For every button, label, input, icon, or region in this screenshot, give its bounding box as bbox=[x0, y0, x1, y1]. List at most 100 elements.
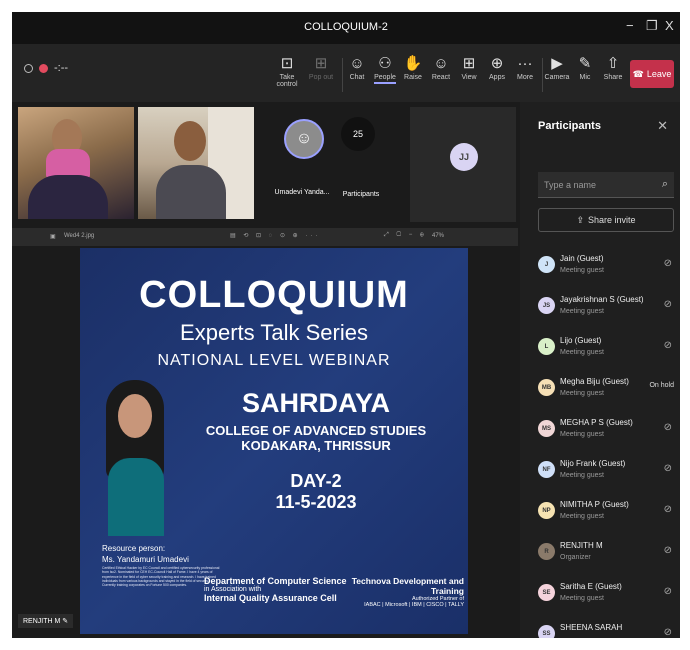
resource-label: Resource person: bbox=[102, 544, 166, 553]
share-invite-button[interactable]: ⇪ Share invite bbox=[538, 208, 674, 232]
document-icon: ▣ bbox=[50, 234, 56, 240]
participant-row[interactable]: JS Jayakrishnan S (Guest) Meeting guest ⊘ bbox=[538, 293, 680, 329]
jj-avatar: JJ bbox=[450, 143, 478, 171]
participant-avatar: SE bbox=[538, 584, 555, 601]
shared-content: ▣ Wed4 2.jpg ▤ ⟲ ⊡ ◌ ⊙ ⊕ ··· ⤢ ▢ − ⊕ 47%… bbox=[12, 228, 518, 638]
org-name: SAHRDAYA bbox=[241, 388, 391, 418]
participant-role: Meeting guest bbox=[560, 472, 604, 479]
pop-out-icon: ⊞ bbox=[314, 55, 328, 72]
participant-role: Meeting guest bbox=[560, 513, 604, 520]
participant-row[interactable]: SS SHEENA SARAH ⊘ bbox=[538, 621, 680, 638]
participant-name: Jayakrishnan S (Guest) bbox=[560, 295, 644, 304]
org-line-3: KODAKARA, THRISSUR bbox=[241, 438, 391, 453]
date-label: 11-5-2023 bbox=[275, 492, 357, 512]
participant-role: Meeting guest bbox=[560, 390, 604, 397]
participant-name: Saritha E (Guest) bbox=[560, 582, 622, 591]
participant-tile-jj[interactable]: JJ bbox=[410, 107, 516, 222]
participants-count-tile[interactable]: 25 Participants bbox=[337, 107, 383, 222]
share-icon: ⇪ bbox=[576, 214, 584, 225]
slide-subtitle: Experts Talk Series bbox=[180, 320, 368, 345]
participants-count: 25 bbox=[341, 117, 375, 151]
participant-name: SHEENA SARAH bbox=[560, 623, 623, 632]
more-button[interactable]: ··· More bbox=[508, 54, 542, 81]
meeting-timer: -:-- bbox=[54, 62, 69, 74]
zoom-level: 47% bbox=[432, 233, 445, 239]
ellipsis-icon: ··· bbox=[517, 55, 533, 72]
participant-role: Meeting guest bbox=[560, 267, 604, 274]
participant-video-1[interactable] bbox=[18, 107, 134, 219]
participant-avatar: MS bbox=[538, 420, 555, 437]
participant-row[interactable]: SE Saritha E (Guest) Meeting guest ⊘ bbox=[538, 580, 680, 616]
recording-icon bbox=[39, 63, 48, 73]
participants-panel: Participants ✕ Type a name ⌕ ⇪ Share inv… bbox=[520, 102, 680, 638]
maximize-button[interactable]: ❐ bbox=[646, 18, 658, 34]
participant-avatar: R bbox=[538, 543, 555, 560]
participant-search-input[interactable]: Type a name ⌕ bbox=[538, 172, 674, 198]
speaker-photo bbox=[104, 380, 170, 540]
close-window-button[interactable]: X bbox=[665, 18, 674, 33]
pop-out-button[interactable]: ⊞ Pop out bbox=[304, 54, 338, 81]
share-button[interactable]: ⇧ Share bbox=[596, 54, 630, 81]
shield-icon bbox=[24, 63, 33, 73]
participant-role: Meeting guest bbox=[560, 431, 604, 438]
take-control-icon: ⊡ bbox=[280, 55, 294, 72]
participant-row[interactable]: MB Megha Biju (Guest) Meeting guest On hold bbox=[538, 375, 680, 411]
participant-row[interactable]: R RENJITH M Organizer ⊘ bbox=[538, 539, 680, 575]
file-name: Wed4 2.jpg bbox=[64, 233, 95, 239]
participant-name: RENJITH M bbox=[560, 541, 603, 550]
close-icon[interactable]: ✕ bbox=[657, 118, 668, 134]
mic-muted-icon: ⊘ bbox=[663, 422, 672, 433]
participant-row[interactable]: NP NIMITHA P (Guest) Meeting guest ⊘ bbox=[538, 498, 680, 534]
resource-bio: Certified Ethical Hacker by EC Council a… bbox=[102, 566, 220, 588]
participant-avatar: J bbox=[538, 256, 555, 273]
participant-body bbox=[28, 175, 108, 219]
mic-muted-icon: ⊘ bbox=[663, 627, 672, 638]
annotation-tools[interactable]: ▤ ⟲ ⊡ ◌ ⊙ ⊕ ··· bbox=[230, 232, 320, 239]
leave-button[interactable]: ☎ Leave bbox=[630, 60, 674, 88]
participant-name: Umadevi Yanda... bbox=[274, 189, 330, 196]
window-title: COLLOQUIUM-2 bbox=[304, 21, 388, 33]
participant-name: Megha Biju (Guest) bbox=[560, 377, 629, 386]
participant-avatar: MB bbox=[538, 379, 555, 396]
participant-row[interactable]: L Lijo (Guest) Meeting guest ⊘ bbox=[538, 334, 680, 370]
search-icon: ⌕ bbox=[661, 178, 668, 190]
meeting-toolbar: -:-- ⊡ Take control ⊞ Pop out ☺ Chat ⚇ P… bbox=[12, 44, 680, 102]
participant-avatar: L bbox=[538, 338, 555, 355]
partner-line-1: Technova Development and bbox=[351, 576, 464, 586]
zoom-tools[interactable]: ⤢ ▢ − ⊕ bbox=[384, 232, 427, 239]
participant-tile-umadevi[interactable]: ☺ Umadevi Yanda... bbox=[264, 107, 340, 222]
participant-name: Nijo Frank (Guest) bbox=[560, 459, 626, 468]
mic-muted-icon: ⊘ bbox=[663, 545, 672, 556]
presentation-toolbar: ▣ Wed4 2.jpg ▤ ⟲ ⊡ ◌ ⊙ ⊕ ··· ⤢ ▢ − ⊕ 47% bbox=[12, 228, 518, 246]
slide: COLLOQUIUM Experts Talk Series NATIONAL … bbox=[80, 248, 468, 634]
minimize-button[interactable]: − bbox=[626, 18, 634, 33]
participant-name: NIMITHA P (Guest) bbox=[560, 500, 629, 509]
slide-tagline: NATIONAL LEVEL WEBINAR bbox=[157, 352, 391, 369]
partner-line-2: Training bbox=[430, 586, 464, 596]
resource-name: Ms. Yandamuri Umadevi bbox=[102, 555, 189, 564]
participant-role: Meeting guest bbox=[560, 349, 604, 356]
participant-avatar: SS bbox=[538, 625, 555, 638]
participant-row[interactable]: MS MEGHA P S (Guest) Meeting guest ⊘ bbox=[538, 416, 680, 452]
org-line-2: COLLEGE OF ADVANCED STUDIES bbox=[205, 423, 427, 438]
participant-avatar: JS bbox=[538, 297, 555, 314]
participant-name: MEGHA P S (Guest) bbox=[560, 418, 633, 427]
phone-icon: ☎ bbox=[632, 68, 644, 79]
mic-muted-icon: ⊘ bbox=[663, 586, 672, 597]
participant-video-2[interactable] bbox=[138, 107, 254, 219]
take-control-button[interactable]: ⊡ Take control bbox=[270, 54, 304, 88]
participant-role: Meeting guest bbox=[560, 308, 604, 315]
participant-body bbox=[156, 165, 226, 219]
mic-muted-icon: ⊘ bbox=[663, 340, 672, 351]
dept-line-2: in Association with bbox=[204, 586, 262, 593]
panel-title: Participants bbox=[538, 120, 601, 132]
partner-line-4: IABAC | Microsoft | IBM | CISCO | TALLY bbox=[364, 602, 464, 608]
participant-row[interactable]: J Jain (Guest) Meeting guest ⊘ bbox=[538, 252, 680, 288]
dept-line-1: Department of Computer Science bbox=[204, 576, 347, 586]
title-bar: COLLOQUIUM-2 − ❐ X bbox=[12, 12, 680, 44]
participant-role: Meeting guest bbox=[560, 595, 604, 602]
participant-row[interactable]: NF Nijo Frank (Guest) Meeting guest ⊘ bbox=[538, 457, 680, 493]
teams-window: COLLOQUIUM-2 − ❐ X -:-- ⊡ Take control ⊞… bbox=[12, 12, 680, 638]
participant-role: Organizer bbox=[560, 554, 591, 561]
mic-muted-icon: ⊘ bbox=[663, 258, 672, 269]
